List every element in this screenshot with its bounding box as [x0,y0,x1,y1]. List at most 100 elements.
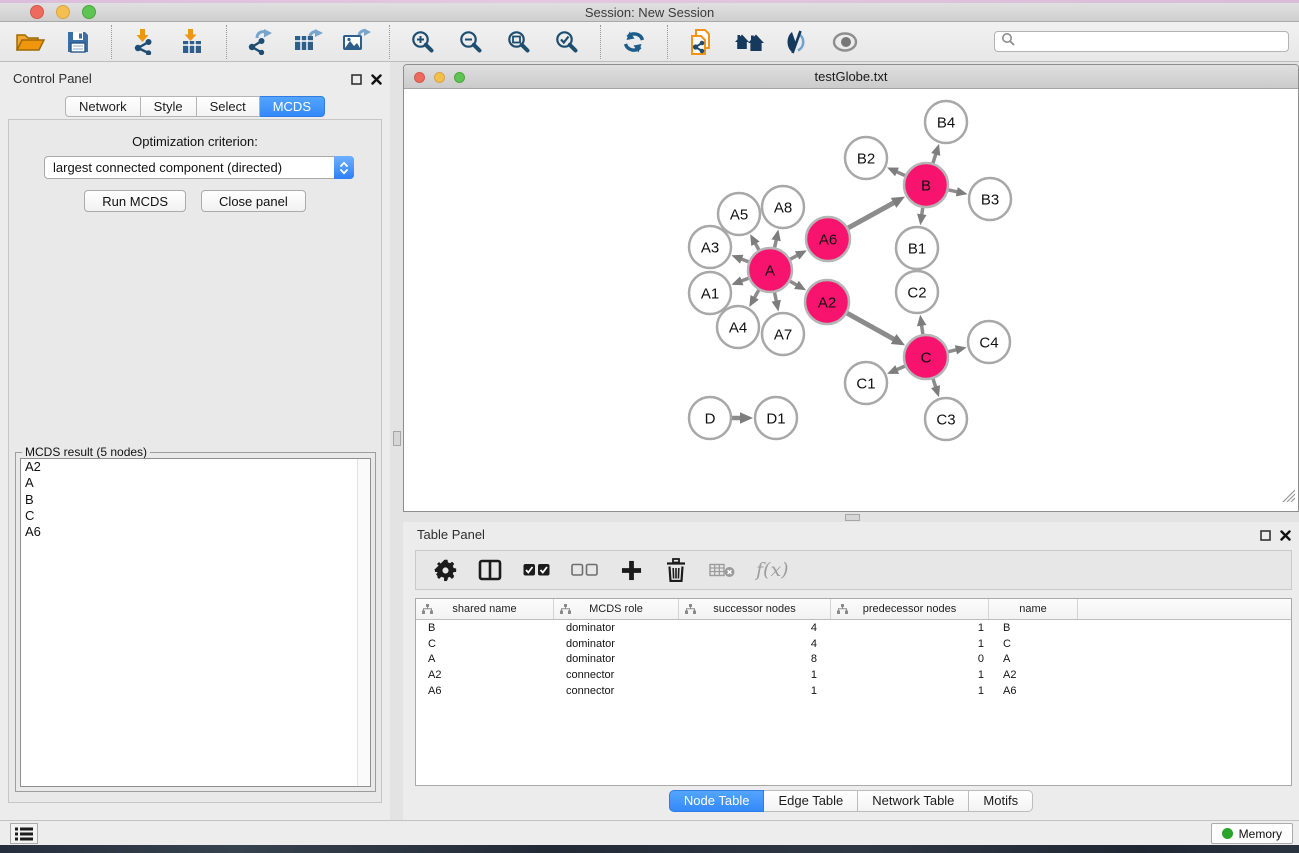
graph-node-A6[interactable]: A6 [806,217,850,261]
table-row[interactable]: Bdominator41B [416,620,1291,636]
column-header-shared-name[interactable]: shared name [416,599,554,619]
table-cell[interactable]: dominator [554,638,679,650]
graph-node-A3[interactable]: A3 [689,226,731,268]
table-cell[interactable]: connector [554,685,679,697]
table-row[interactable]: A2connector11A2 [416,667,1291,683]
table-cell[interactable]: dominator [554,653,679,665]
graph-node-A4[interactable]: A4 [717,306,759,348]
close-table-panel-icon[interactable] [1280,528,1291,546]
table-cell[interactable]: B [416,622,554,634]
graph-node-A[interactable]: A [748,248,792,292]
tab-network-table[interactable]: Network Table [858,790,969,812]
tab-node-table[interactable]: Node Table [669,790,765,812]
zoom-in-icon[interactable] [407,26,439,58]
select-all-icon[interactable] [523,555,550,585]
table-cell[interactable]: A2 [416,669,554,681]
graph-node-B4[interactable]: B4 [925,101,967,143]
save-session-icon[interactable] [62,26,94,58]
tab-motifs[interactable]: Motifs [969,790,1033,812]
delete-icon[interactable] [664,555,688,585]
column-header-predecessor-nodes[interactable]: predecessor nodes [831,599,989,619]
table-cell[interactable]: C [416,638,554,650]
table-cell[interactable]: B [989,622,1078,634]
refresh-icon[interactable] [618,26,650,58]
column-header-successor-nodes[interactable]: successor nodes [679,599,831,619]
column-header-MCDS-role[interactable]: MCDS role [554,599,679,619]
table-row[interactable]: Adominator80A [416,652,1291,668]
result-item[interactable]: A6 [21,524,370,540]
memory-button[interactable]: Memory [1211,823,1293,844]
table-cell[interactable]: 1 [679,685,831,697]
hide-panel-icon[interactable] [781,26,813,58]
float-table-panel-icon[interactable] [1260,528,1271,546]
table-cell[interactable]: A [989,653,1078,665]
table-cell[interactable]: 8 [679,653,831,665]
network-graph[interactable]: B4B2BB3A8A5A6A3B1AA1C2A2A4A7C4CC1C3DD1 [404,89,1298,510]
float-panel-icon[interactable] [351,72,362,90]
graph-node-C2[interactable]: C2 [896,271,938,313]
table-cell[interactable]: A [416,653,554,665]
tab-select[interactable]: Select [197,96,260,117]
graph-node-B1[interactable]: B1 [896,227,938,269]
tab-network[interactable]: Network [65,96,141,117]
graph-node-B3[interactable]: B3 [969,178,1011,220]
result-scrollbar[interactable] [357,459,370,786]
graph-edge[interactable] [847,313,895,340]
mcds-result-list[interactable]: A2ABCA6 [20,458,371,787]
resize-grip-icon[interactable] [1281,488,1295,507]
graph-node-A2[interactable]: A2 [805,280,849,324]
graph-node-A8[interactable]: A8 [762,186,804,228]
table-cell[interactable]: dominator [554,622,679,634]
vertical-split-handle[interactable] [393,431,401,446]
graph-edge[interactable] [848,202,895,228]
table-row[interactable]: Cdominator41C [416,636,1291,652]
import-network-icon[interactable] [129,26,161,58]
zoom-selected-icon[interactable] [551,26,583,58]
table-cell[interactable]: 1 [831,638,989,650]
zoom-fit-icon[interactable] [503,26,535,58]
graph-node-C3[interactable]: C3 [925,398,967,440]
close-panel-button[interactable]: Close panel [201,190,306,212]
export-table-icon[interactable] [292,26,324,58]
task-history-button[interactable] [10,823,38,844]
eye-icon[interactable] [829,26,861,58]
gear-icon[interactable] [433,555,457,585]
export-network-icon[interactable] [244,26,276,58]
result-item[interactable]: C [21,508,370,524]
graph-node-C[interactable]: C [904,335,948,379]
graph-node-C4[interactable]: C4 [968,321,1010,363]
graph-node-D1[interactable]: D1 [755,397,797,439]
table-cell[interactable]: 1 [831,622,989,634]
table-row[interactable]: A6connector11A6 [416,683,1291,699]
search-input[interactable] [1019,35,1282,49]
result-item[interactable]: B [21,492,370,508]
graph-node-A1[interactable]: A1 [689,272,731,314]
criterion-dropdown[interactable]: largest connected component (directed) [44,156,354,179]
tab-style[interactable]: Style [141,96,197,117]
deselect-all-icon[interactable] [571,555,598,585]
table-cell[interactable]: A6 [416,685,554,697]
column-header-name[interactable]: name [989,599,1078,619]
graph-node-C1[interactable]: C1 [845,362,887,404]
table-cell[interactable]: 4 [679,638,831,650]
split-column-icon[interactable] [478,555,502,585]
tab-edge-table[interactable]: Edge Table [764,790,858,812]
home-icon[interactable] [733,26,765,58]
table-cell[interactable]: A6 [989,685,1078,697]
result-item[interactable]: A [21,475,370,491]
graph-node-B[interactable]: B [904,163,948,207]
table-cell[interactable]: C [989,638,1078,650]
table-cell[interactable]: 4 [679,622,831,634]
import-table-icon[interactable] [177,26,209,58]
network-window-titlebar[interactable]: testGlobe.txt [404,65,1298,89]
graph-node-A7[interactable]: A7 [762,313,804,355]
clone-network-icon[interactable] [685,26,717,58]
export-image-icon[interactable] [340,26,372,58]
graph-node-B2[interactable]: B2 [845,137,887,179]
zoom-out-icon[interactable] [455,26,487,58]
network-canvas[interactable]: B4B2BB3A8A5A6A3B1AA1C2A2A4A7C4CC1C3DD1 [404,89,1298,510]
result-item[interactable]: A2 [21,459,370,475]
table-cell[interactable]: 1 [679,669,831,681]
table-cell[interactable]: connector [554,669,679,681]
table-cell[interactable]: 0 [831,653,989,665]
